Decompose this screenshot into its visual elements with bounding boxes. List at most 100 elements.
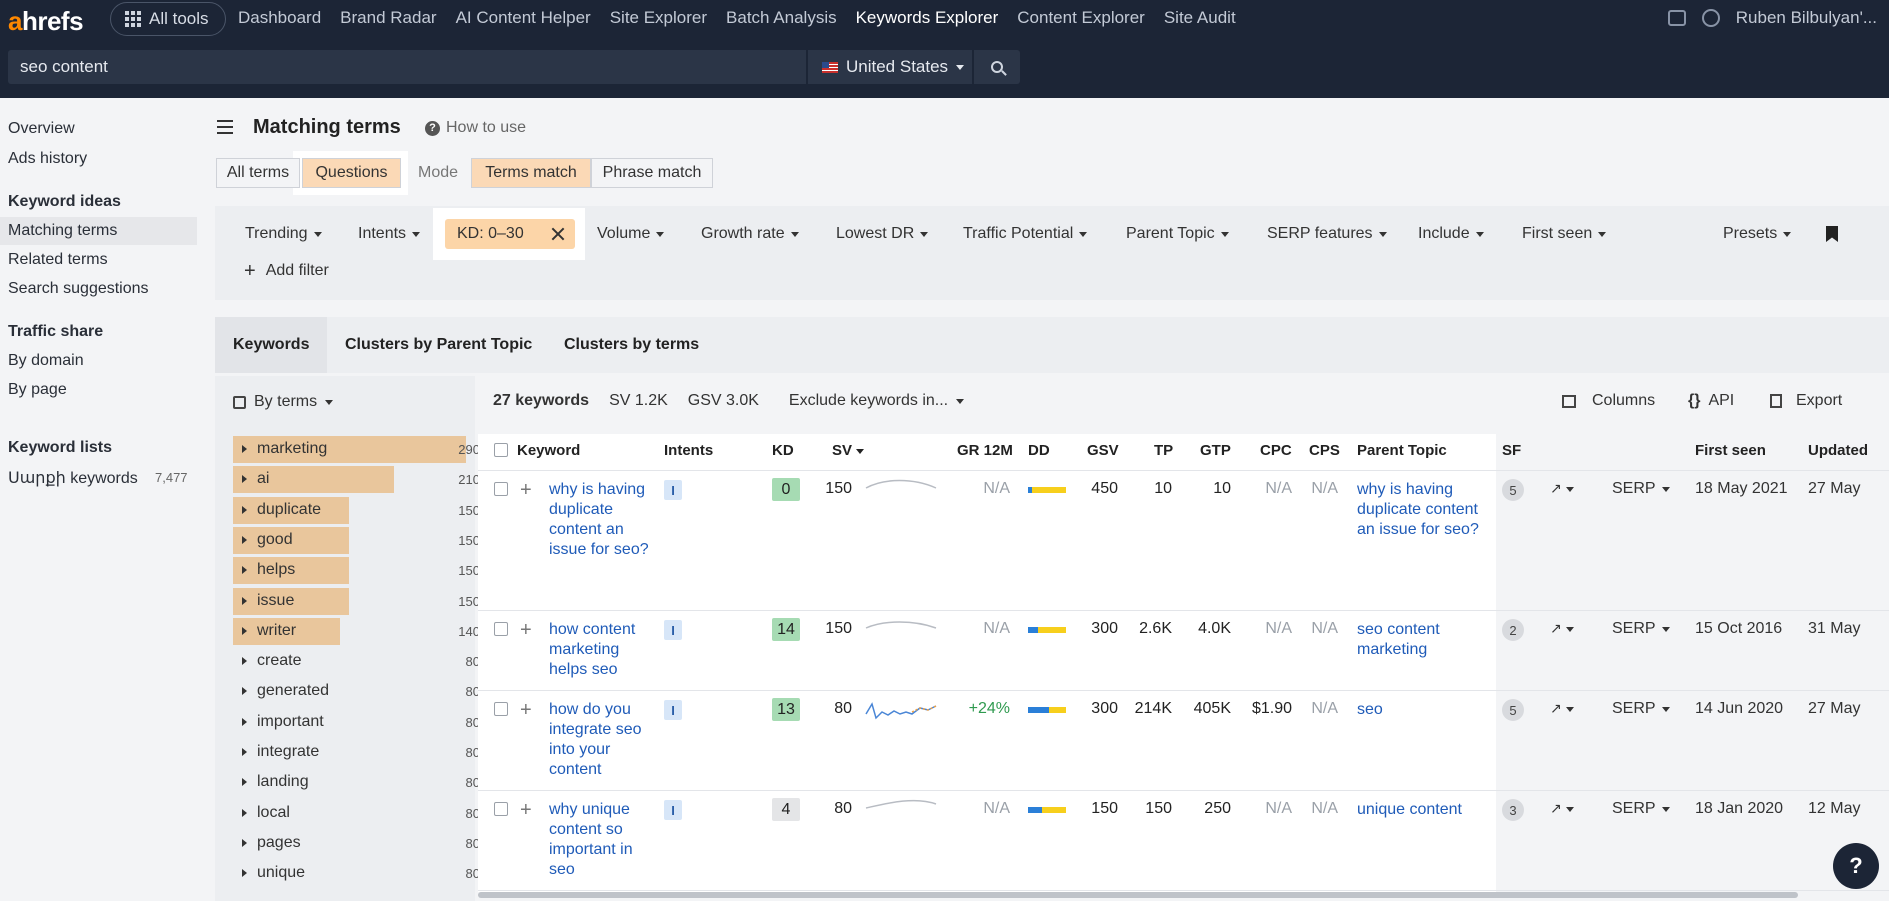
keyword-link[interactable]: why unique content so important in seo <box>549 800 655 880</box>
expand-icon[interactable] <box>242 566 247 575</box>
ahrefs-logo[interactable]: ahrefs <box>8 6 84 37</box>
keyword-link[interactable]: why is having duplicate content an issue… <box>549 480 655 560</box>
questions-toggle[interactable]: Questions <box>302 158 401 188</box>
expand-icon[interactable] <box>242 657 247 666</box>
add-filter-button[interactable]: + Add filter <box>244 261 329 281</box>
col-sf[interactable]: SF <box>1502 442 1521 459</box>
expand-icon[interactable] <box>242 869 247 878</box>
credits-icon[interactable] <box>1701 9 1720 27</box>
trend-chart-icon[interactable]: ↗ <box>1550 700 1574 717</box>
col-sv[interactable]: SV <box>832 442 865 459</box>
nav-brand-radar[interactable]: Brand Radar <box>340 8 436 28</box>
sidebar-item-related-terms[interactable]: Related terms <box>8 251 108 269</box>
col-parent-topic[interactable]: Parent Topic <box>1357 442 1447 459</box>
col-updated[interactable]: Updated <box>1808 442 1868 459</box>
volume-filter[interactable]: Volume <box>597 225 665 243</box>
keyword-link[interactable]: how content marketing helps seo <box>549 620 655 680</box>
intent-badge[interactable]: I <box>664 480 682 500</box>
nav-batch-analysis[interactable]: Batch Analysis <box>726 8 837 28</box>
col-kd[interactable]: KD <box>772 442 794 459</box>
expand-icon[interactable] <box>242 445 247 453</box>
phrase-match-toggle[interactable]: Phrase match <box>591 158 713 188</box>
expand-icon[interactable] <box>242 687 247 696</box>
sidebar-item-by-page[interactable]: By page <box>8 381 67 399</box>
nav-dashboard[interactable]: Dashboard <box>238 8 321 28</box>
help-button[interactable]: ? <box>1833 843 1879 889</box>
intents-filter[interactable]: Intents <box>358 225 421 243</box>
menu-icon[interactable] <box>217 120 233 138</box>
sv-trend-sparkline[interactable] <box>864 796 938 822</box>
tab-clusters-terms[interactable]: Clusters by terms <box>546 317 717 373</box>
parent-topic-link[interactable]: unique content <box>1357 800 1489 820</box>
country-select[interactable]: United States <box>808 50 972 84</box>
col-gtp[interactable]: GTP <box>1200 442 1231 459</box>
serp-dropdown[interactable]: SERP <box>1612 700 1670 718</box>
select-all-checkbox[interactable] <box>494 443 508 457</box>
col-first-seen[interactable]: First seen <box>1695 442 1766 459</box>
serp-dropdown[interactable]: SERP <box>1612 800 1670 818</box>
parent-topic-link[interactable]: why is having duplicate content an issue… <box>1357 480 1489 540</box>
serp-features-count[interactable]: 5 <box>1502 699 1524 721</box>
expand-icon[interactable] <box>242 505 247 514</box>
nav-keywords-explorer[interactable]: Keywords Explorer <box>856 8 999 28</box>
col-dd[interactable]: DD <box>1028 442 1050 459</box>
col-keyword[interactable]: Keyword <box>517 442 580 459</box>
sidebar-item-matching-terms[interactable]: Matching terms <box>8 222 117 240</box>
sidebar-item-keyword-list[interactable]: Սարքի keywords <box>8 468 138 488</box>
trend-chart-icon[interactable]: ↗ <box>1550 480 1574 497</box>
parent-topic-link[interactable]: seo <box>1357 700 1489 720</box>
window-icon[interactable] <box>1667 10 1686 26</box>
expand-icon[interactable] <box>242 626 247 635</box>
traffic-potential-filter[interactable]: Traffic Potential <box>963 225 1088 243</box>
presets-dropdown[interactable]: Presets <box>1723 225 1792 243</box>
add-to-list-icon[interactable]: + <box>520 700 532 720</box>
close-icon[interactable] <box>551 227 565 241</box>
all-terms-toggle[interactable]: All terms <box>216 158 300 188</box>
sidebar-item-ads-history[interactable]: Ads history <box>8 150 87 168</box>
trend-chart-icon[interactable]: ↗ <box>1550 620 1574 637</box>
add-to-list-icon[interactable]: + <box>520 480 532 500</box>
add-to-list-icon[interactable]: + <box>520 620 532 640</box>
export-button[interactable]: Export <box>1770 392 1842 410</box>
tab-keywords[interactable]: Keywords <box>215 317 328 373</box>
kd-filter-chip[interactable]: KD: 0–30 <box>445 219 575 249</box>
col-cps[interactable]: CPS <box>1309 442 1340 459</box>
growth-rate-filter[interactable]: Growth rate <box>701 225 799 243</box>
tab-clusters-parent-topic[interactable]: Clusters by Parent Topic <box>327 317 550 373</box>
expand-icon[interactable] <box>242 596 247 605</box>
keyword-search-input[interactable]: seo content <box>8 50 806 84</box>
col-cpc[interactable]: CPC <box>1260 442 1292 459</box>
expand-icon[interactable] <box>242 717 247 726</box>
serp-features-filter[interactable]: SERP features <box>1267 225 1387 243</box>
how-to-use-link[interactable]: ? How to use <box>425 119 526 137</box>
intent-badge[interactable]: I <box>664 800 682 820</box>
col-intents[interactable]: Intents <box>664 442 713 459</box>
sv-trend-sparkline[interactable] <box>864 616 938 642</box>
parent-topic-link[interactable]: seo content marketing <box>1357 620 1489 660</box>
expand-icon[interactable] <box>242 808 247 817</box>
first-seen-filter[interactable]: First seen <box>1522 225 1607 243</box>
nav-ai-content-helper[interactable]: AI Content Helper <box>456 8 591 28</box>
by-terms-dropdown[interactable]: By terms <box>233 393 334 411</box>
sidebar-item-overview[interactable]: Overview <box>8 120 75 138</box>
serp-dropdown[interactable]: SERP <box>1612 480 1670 498</box>
sidebar-item-by-domain[interactable]: By domain <box>8 352 84 370</box>
horizontal-scrollbar[interactable] <box>478 892 1798 898</box>
serp-features-count[interactable]: 3 <box>1502 799 1524 821</box>
expand-icon[interactable] <box>242 838 247 847</box>
intent-badge[interactable]: I <box>664 620 682 640</box>
expand-icon[interactable] <box>242 475 247 484</box>
intent-badge[interactable]: I <box>664 700 682 720</box>
trend-chart-icon[interactable]: ↗ <box>1550 800 1574 817</box>
sidebar-item-search-suggestions[interactable]: Search suggestions <box>8 280 149 298</box>
user-menu[interactable]: Ruben Bilbulyan'... <box>1736 8 1877 28</box>
lowest-dr-filter[interactable]: Lowest DR <box>836 225 929 243</box>
serp-features-count[interactable]: 2 <box>1502 619 1524 641</box>
row-checkbox[interactable] <box>494 482 508 496</box>
col-gsv[interactable]: GSV <box>1087 442 1119 459</box>
nav-site-explorer[interactable]: Site Explorer <box>610 8 707 28</box>
parent-topic-filter[interactable]: Parent Topic <box>1126 225 1229 243</box>
api-button[interactable]: {} API <box>1688 392 1734 410</box>
row-checkbox[interactable] <box>494 622 508 636</box>
terms-match-toggle[interactable]: Terms match <box>471 158 591 188</box>
